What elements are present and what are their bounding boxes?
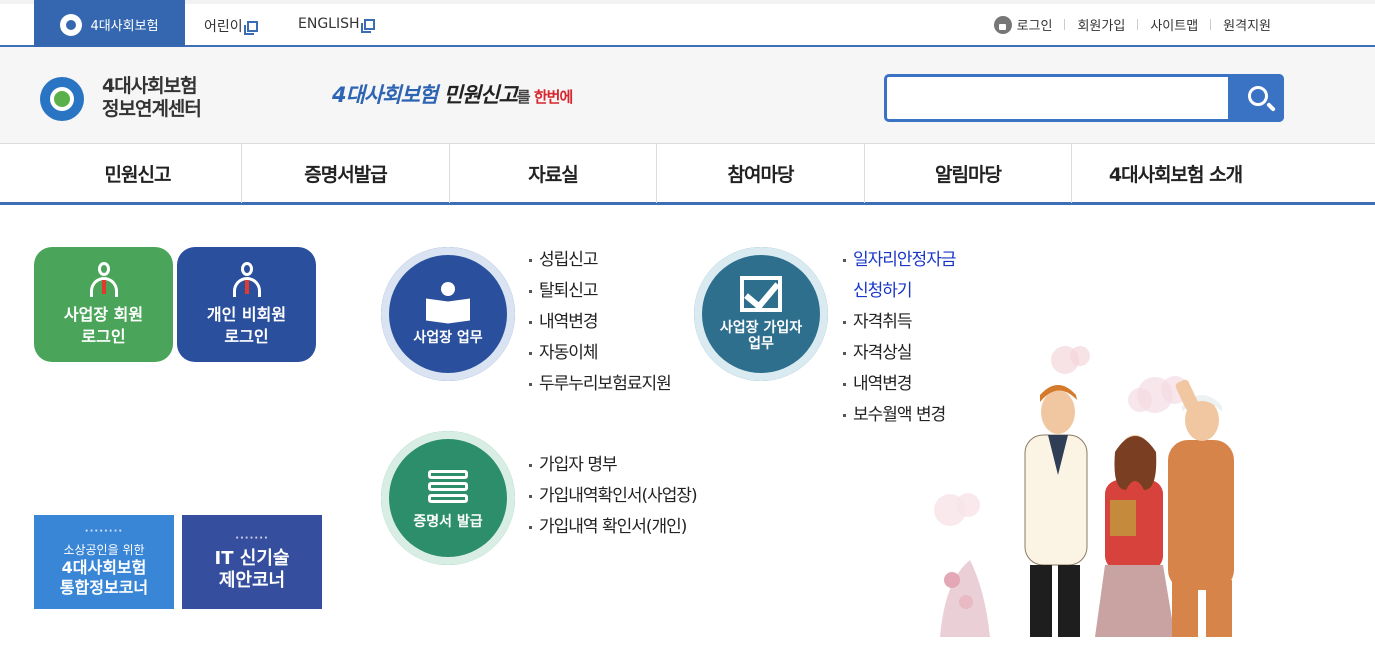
slogan: 4대사회보험 민원신고를 한번에 — [332, 79, 573, 109]
signup-link[interactable]: 회원가입 — [1077, 15, 1125, 34]
new-window-icon — [243, 20, 258, 35]
divider — [1210, 19, 1212, 30]
search-icon — [1248, 86, 1268, 106]
business-service-circle[interactable]: 사업장 업무 — [381, 247, 515, 381]
top-utility-bar: 4대사회보험 어린이 ENGLISH 로그인 회원가입 사이트맵 원격지원 — [0, 0, 1375, 49]
list-item[interactable]: 일자리안정자금 — [843, 245, 956, 276]
utility-menu: 로그인 회원가입 사이트맵 원격지원 — [993, 15, 1271, 34]
list-item[interactable]: 성립신고 — [529, 245, 671, 276]
nav-participation[interactable]: 참여마당 — [657, 144, 864, 203]
list-item[interactable]: 두루누리보험료지원 — [529, 369, 672, 400]
list-item[interactable]: 가입자 명부 — [529, 450, 697, 481]
nav-civil-report[interactable]: 민원신고 — [34, 144, 241, 203]
slogan-part: 민원신고 — [443, 83, 518, 107]
reading-book-icon — [424, 282, 472, 324]
certificate-service-label: 증명서 발급 — [413, 514, 483, 530]
search-input[interactable] — [891, 81, 1227, 115]
workers-illustration — [930, 340, 1275, 637]
header: 4대사회보험 정보연계센터 4대사회보험 민원신고를 한번에 — [0, 47, 1375, 143]
personal-login-button[interactable]: 개인 비회원 로그인 — [177, 247, 316, 362]
business-member-icon — [86, 261, 122, 298]
english-link[interactable]: ENGLISH — [298, 16, 375, 33]
main-navigation: 민원신고 증명서발급 자료실 참여마당 알림마당 4대사회보험 소개 — [0, 143, 1375, 205]
book-stack-icon — [424, 466, 472, 506]
banner-title2: 제안코너 — [218, 569, 286, 591]
it-proposal-banner[interactable]: ······· IT 신기술 제안코너 — [182, 515, 322, 609]
home-logo[interactable]: 4대사회보험 정보연계센터 — [40, 73, 202, 123]
certificate-service-list: 가입자 명부 가입내역확인서(사업장) 가입내역 확인서(개인) — [529, 450, 698, 543]
checkbox-icon — [740, 276, 782, 312]
list-item[interactable]: 가입내역확인서(사업장) — [529, 481, 698, 512]
new-window-icon — [360, 18, 375, 33]
kids-link[interactable]: 어린이 — [204, 16, 258, 36]
brand-line1: 4대사회보험 — [102, 75, 198, 97]
center-logo-icon — [40, 73, 90, 123]
list-item[interactable]: 신청하기 — [843, 276, 955, 307]
login-link[interactable]: 로그인 — [1017, 15, 1053, 34]
banner-title2: 통합정보코너 — [59, 578, 149, 597]
banner-subtitle: 소상공인을 위한 — [63, 543, 145, 557]
site-tab-label: 4대사회보험 — [90, 19, 159, 34]
nav-about[interactable]: 4대사회보험 소개 — [1072, 144, 1279, 203]
slogan-part: 를 — [516, 88, 534, 106]
list-item[interactable]: 내역변경 — [529, 307, 671, 338]
personal-login-label2: 로그인 — [224, 326, 269, 346]
business-login-label: 사업장 회원 — [63, 304, 144, 324]
banner-title: IT 신기술 — [214, 547, 290, 569]
subscriber-service-circle[interactable]: 사업장 가입자 업무 — [694, 247, 828, 381]
site-tab-4insurance[interactable]: 4대사회보험 — [34, 0, 185, 49]
smallbiz-info-banner[interactable]: ········ 소상공인을 위한 4대사회보험 통합정보코너 — [34, 515, 174, 609]
business-login-label2: 로그인 — [81, 326, 126, 346]
business-login-button[interactable]: 사업장 회원 로그인 — [34, 247, 173, 362]
list-item[interactable]: 자동이체 — [529, 338, 671, 369]
sitemap-link[interactable]: 사이트맵 — [1150, 15, 1198, 34]
divider — [1137, 19, 1139, 30]
nav-certificate[interactable]: 증명서발급 — [242, 144, 449, 203]
brand-line2: 정보연계센터 — [102, 98, 202, 120]
personal-member-icon — [229, 261, 265, 298]
subscriber-service-label: 사업장 가입자 — [719, 320, 803, 336]
slogan-part: 한번에 — [533, 88, 573, 106]
remote-support-link[interactable]: 원격지원 — [1223, 15, 1271, 34]
search-button[interactable] — [1228, 74, 1284, 122]
banner-dots: ······· — [235, 532, 269, 544]
insurance-logo-icon — [60, 13, 83, 36]
english-link-label: ENGLISH — [298, 16, 360, 32]
business-service-list: 성립신고 탈퇴신고 내역변경 자동이체 두루누리보험료지원 — [529, 245, 672, 400]
banner-title: 4대사회보험 — [61, 558, 147, 577]
lock-icon — [993, 15, 1012, 34]
business-service-label: 사업장 업무 — [413, 330, 483, 346]
nav-notice[interactable]: 알림마당 — [865, 144, 1071, 203]
kids-link-label: 어린이 — [204, 19, 243, 35]
certificate-service-circle[interactable]: 증명서 발급 — [381, 431, 515, 565]
list-item[interactable]: 탈퇴신고 — [529, 276, 671, 307]
personal-login-label: 개인 비회원 — [206, 304, 287, 324]
slogan-part: 4대사회보험 — [332, 83, 444, 107]
divider — [1064, 19, 1066, 30]
search-box — [884, 74, 1284, 122]
nav-library[interactable]: 자료실 — [450, 144, 656, 203]
list-item[interactable]: 가입내역 확인서(개인) — [529, 512, 697, 543]
banner-dots: ········ — [84, 526, 124, 537]
brand-name: 4대사회보험 정보연계센터 — [102, 75, 202, 121]
subscriber-service-label2: 업무 — [748, 336, 774, 352]
workers-illustration-icon — [934, 346, 1234, 637]
list-item[interactable]: 자격취득 — [843, 307, 955, 338]
